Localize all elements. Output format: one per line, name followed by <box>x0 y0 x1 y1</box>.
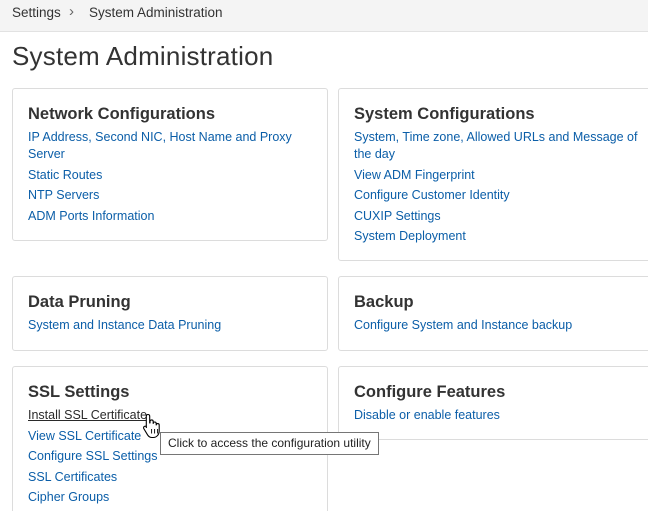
adm-ports-information-link[interactable]: ADM Ports Information <box>28 208 298 225</box>
ntp-servers-link[interactable]: NTP Servers <box>28 187 298 204</box>
chevron-right-icon: › <box>69 3 74 20</box>
backup-card: Backup Configure System and Instance bac… <box>338 276 648 351</box>
tooltip: Click to access the configuration utilit… <box>160 432 379 455</box>
system-instance-data-pruning-link[interactable]: System and Instance Data Pruning <box>28 317 318 334</box>
view-adm-fingerprint-link[interactable]: View ADM Fingerprint <box>354 167 644 184</box>
network-configurations-card: Network Configurations IP Address, Secon… <box>12 88 328 241</box>
install-ssl-certificate-link[interactable]: Install SSL Certificate <box>28 407 318 424</box>
breadcrumb: Settings › System Administration <box>0 0 648 32</box>
ip-address-nic-hostname-proxy-link[interactable]: IP Address, Second NIC, Host Name and Pr… <box>28 129 298 163</box>
configure-features-card: Configure Features Disable or enable fea… <box>338 366 648 440</box>
hand-pointer-icon <box>143 413 160 439</box>
system-timezone-urls-motd-link[interactable]: System, Time zone, Allowed URLs and Mess… <box>354 129 644 163</box>
card-title: Network Configurations <box>28 105 216 123</box>
system-configurations-card: System Configurations System, Time zone,… <box>338 88 648 261</box>
cuxip-settings-link[interactable]: CUXIP Settings <box>354 208 644 225</box>
card-title: Data Pruning <box>28 293 131 311</box>
system-deployment-link[interactable]: System Deployment <box>354 228 644 245</box>
card-title: Configure Features <box>354 383 506 401</box>
static-routes-link[interactable]: Static Routes <box>28 167 298 184</box>
page-title: System Administration <box>12 41 274 71</box>
breadcrumb-current: System Administration <box>89 5 223 20</box>
ssl-certificates-link[interactable]: SSL Certificates <box>28 469 318 486</box>
disable-enable-features-link[interactable]: Disable or enable features <box>354 407 644 424</box>
cipher-groups-link[interactable]: Cipher Groups <box>28 489 318 506</box>
card-title: System Configurations <box>354 105 535 123</box>
card-title: Backup <box>354 293 414 311</box>
data-pruning-card: Data Pruning System and Instance Data Pr… <box>12 276 328 351</box>
configure-backup-link[interactable]: Configure System and Instance backup <box>354 317 644 334</box>
breadcrumb-settings-link[interactable]: Settings <box>12 5 61 20</box>
card-title: SSL Settings <box>28 383 130 401</box>
configure-customer-identity-link[interactable]: Configure Customer Identity <box>354 187 644 204</box>
